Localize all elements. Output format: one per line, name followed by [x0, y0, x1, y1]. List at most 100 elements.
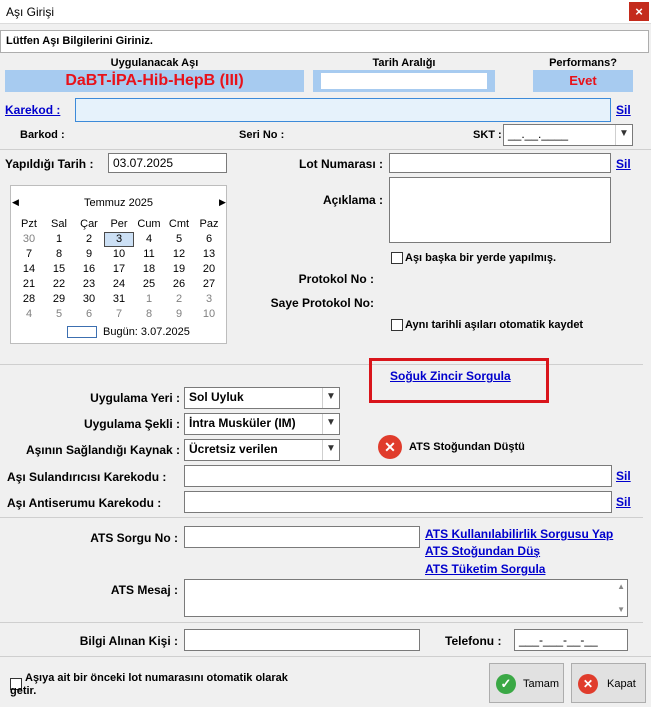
- description-label: Açıklama :: [322, 193, 383, 207]
- calendar-week: 21 22 23 24 25 26 27: [14, 277, 224, 292]
- calendar-day[interactable]: 2: [74, 232, 104, 247]
- calendar-day[interactable]: 6: [194, 232, 224, 247]
- date-input[interactable]: 03.07.2025: [108, 153, 227, 173]
- auto-save-checkbox[interactable]: [391, 319, 403, 331]
- calendar-day[interactable]: 30: [14, 232, 44, 247]
- calendar-day[interactable]: 11: [134, 247, 164, 262]
- skt-date-picker[interactable]: __.__.____ ▼: [503, 124, 633, 146]
- lot-number-label: Lot Numarası :: [298, 157, 383, 171]
- calendar-day[interactable]: 20: [194, 262, 224, 277]
- calendar-day[interactable]: 4: [14, 307, 44, 322]
- calendar-day[interactable]: 9: [164, 307, 194, 322]
- elsewhere-checkbox-label: Aşı başka bir yerde yapılmış.: [405, 252, 557, 264]
- calendar-day[interactable]: 16: [74, 262, 104, 277]
- diluent-karekod-input[interactable]: [184, 465, 612, 487]
- calendar-day[interactable]: 25: [134, 277, 164, 292]
- diluent-clear-link[interactable]: Sil: [616, 469, 631, 483]
- divider: [0, 149, 651, 150]
- ok-button[interactable]: ✓ Tamam: [489, 663, 564, 703]
- calendar-day[interactable]: 31: [104, 292, 134, 307]
- antiserum-karekod-input[interactable]: [184, 491, 612, 513]
- antiserum-clear-link[interactable]: Sil: [616, 495, 631, 509]
- next-month-icon[interactable]: ▶: [219, 197, 226, 208]
- calendar-day[interactable]: 5: [164, 232, 194, 247]
- ats-deduct-stock-link[interactable]: ATS Stoğundan Düş: [425, 544, 540, 558]
- calendar-day[interactable]: 19: [164, 262, 194, 277]
- scroll-down-icon[interactable]: ▼: [617, 605, 625, 614]
- today-label[interactable]: Bugün: 3.07.2025: [103, 326, 190, 338]
- today-marker-icon: [67, 326, 97, 338]
- divider: [0, 656, 651, 657]
- chevron-down-icon[interactable]: ▼: [322, 414, 339, 434]
- calendar-day[interactable]: 30: [74, 292, 104, 307]
- calendar-day[interactable]: 1: [44, 232, 74, 247]
- auto-lot-checkbox-label: Aşıya ait bir önceki lot numarasını otom…: [10, 672, 288, 697]
- calendar-day[interactable]: 21: [14, 277, 44, 292]
- calendar-day[interactable]: 26: [164, 277, 194, 292]
- close-icon[interactable]: ×: [629, 2, 649, 21]
- calendar-day[interactable]: 17: [104, 262, 134, 277]
- informant-input[interactable]: [184, 629, 420, 651]
- calendar-day-selected[interactable]: 3: [104, 232, 134, 247]
- vaccine-source-label: Aşının Sağlandığı Kaynak :: [25, 443, 180, 457]
- calendar-day[interactable]: 10: [194, 307, 224, 322]
- calendar-day[interactable]: 27: [194, 277, 224, 292]
- application-site-select[interactable]: Sol Uyluk ▼: [184, 387, 340, 409]
- calendar-day[interactable]: 2: [164, 292, 194, 307]
- karekod-clear-link[interactable]: Sil: [616, 103, 631, 117]
- calendar: ◀ Temmuz 2025 ▶ Pzt Sal Çar Per Cum Cmt …: [10, 185, 227, 344]
- calendar-day[interactable]: 9: [74, 247, 104, 262]
- calendar-day[interactable]: 29: [44, 292, 74, 307]
- ats-usability-query-link[interactable]: ATS Kullanılabilirlik Sorgusu Yap: [425, 527, 613, 541]
- calendar-day[interactable]: 28: [14, 292, 44, 307]
- calendar-day[interactable]: 22: [44, 277, 74, 292]
- weekday: Çar: [80, 218, 98, 230]
- application-method-value: İntra Musküler (IM): [189, 416, 296, 430]
- close-button[interactable]: ✕ Kapat: [571, 663, 646, 703]
- application-method-select[interactable]: İntra Musküler (IM) ▼: [184, 413, 340, 435]
- calendar-week: 7 8 9 10 11 12 13: [14, 247, 224, 262]
- calendar-day[interactable]: 14: [14, 262, 44, 277]
- scroll-up-icon[interactable]: ▲: [617, 582, 625, 591]
- calendar-day[interactable]: 12: [164, 247, 194, 262]
- phone-input[interactable]: ___-___-__-__: [514, 629, 628, 651]
- calendar-day[interactable]: 1: [134, 292, 164, 307]
- application-method-label: Uygulama Şekli :: [83, 417, 180, 431]
- calendar-weekday-row: Pzt Sal Çar Per Cum Cmt Paz: [14, 217, 224, 232]
- performance-label: Performans?: [549, 57, 617, 69]
- calendar-day[interactable]: 18: [134, 262, 164, 277]
- calendar-day[interactable]: 6: [74, 307, 104, 322]
- calendar-day[interactable]: 5: [44, 307, 74, 322]
- weekday: Pzt: [21, 218, 37, 230]
- chevron-down-icon[interactable]: ▼: [322, 440, 339, 460]
- instruction-text: Lütfen Aşı Bilgilerini Giriniz.: [0, 30, 649, 53]
- ats-query-input[interactable]: [184, 526, 420, 548]
- calendar-day[interactable]: 4: [134, 232, 164, 247]
- calendar-day[interactable]: 7: [104, 307, 134, 322]
- elsewhere-checkbox[interactable]: [391, 252, 403, 264]
- serial-no-label: Seri No :: [239, 129, 285, 141]
- chevron-down-icon[interactable]: ▼: [615, 125, 632, 145]
- calendar-day[interactable]: 3: [194, 292, 224, 307]
- ats-consumption-query-link[interactable]: ATS Tüketim Sorgula: [425, 562, 545, 576]
- lot-clear-link[interactable]: Sil: [616, 157, 631, 171]
- ats-message-textarea[interactable]: ▲ ▼: [184, 579, 628, 617]
- vaccine-source-select[interactable]: Ücretsiz verilen ▼: [184, 439, 340, 461]
- calendar-day[interactable]: 24: [104, 277, 134, 292]
- karekod-input[interactable]: [75, 98, 611, 122]
- lot-number-input[interactable]: [389, 153, 611, 173]
- divider: [0, 622, 643, 623]
- calendar-day[interactable]: 8: [134, 307, 164, 322]
- calendar-day[interactable]: 10: [104, 247, 134, 262]
- antiserum-karekod-label: Aşı Antiserumu Karekodu :: [7, 496, 162, 510]
- calendar-day[interactable]: 7: [14, 247, 44, 262]
- chevron-down-icon[interactable]: ▼: [322, 388, 339, 408]
- cold-chain-query-link[interactable]: Soğuk Zincir Sorgula: [390, 369, 511, 383]
- title-bar: Aşı Girişi ×: [0, 0, 651, 24]
- calendar-day[interactable]: 8: [44, 247, 74, 262]
- calendar-day[interactable]: 23: [74, 277, 104, 292]
- karekod-link[interactable]: Karekod :: [5, 103, 60, 117]
- calendar-day[interactable]: 15: [44, 262, 74, 277]
- calendar-day[interactable]: 13: [194, 247, 224, 262]
- description-textarea[interactable]: [389, 177, 611, 243]
